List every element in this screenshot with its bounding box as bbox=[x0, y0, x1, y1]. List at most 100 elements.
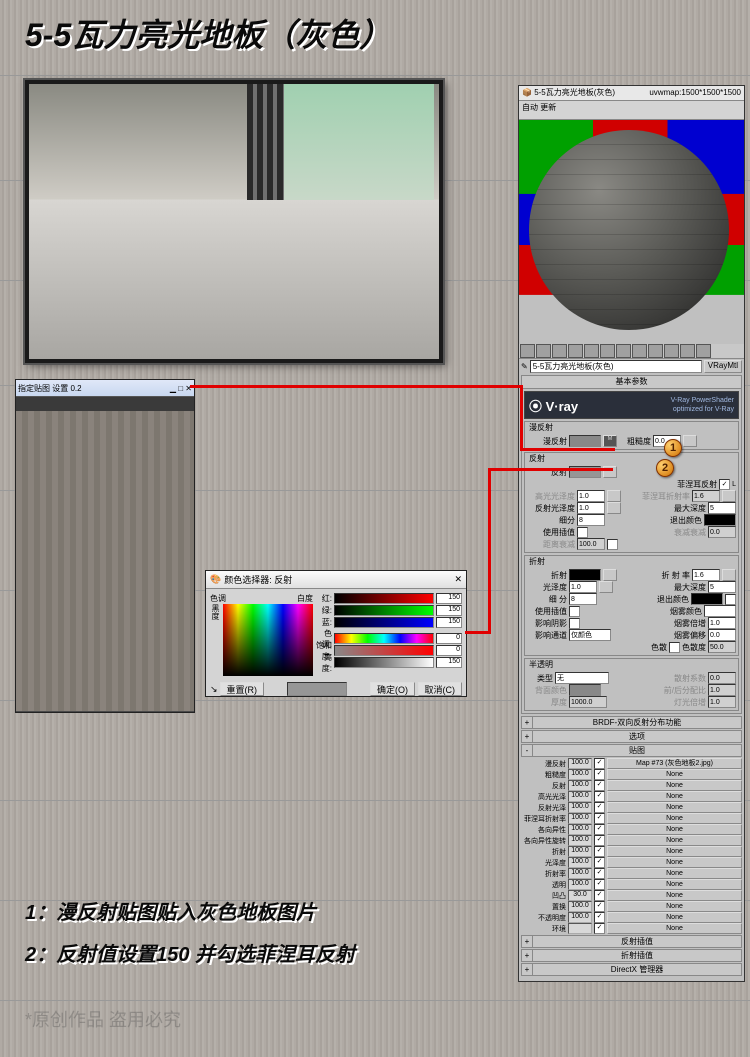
instruction-2: 2：反射值设置150 并勾选菲涅耳反射 bbox=[25, 938, 355, 967]
r-slider[interactable] bbox=[334, 593, 434, 604]
diffuse-map-button[interactable]: M bbox=[603, 435, 617, 447]
ok-button[interactable]: 确定(O) bbox=[370, 682, 415, 696]
bitmap-preview bbox=[16, 411, 194, 711]
map-slot-button[interactable]: None bbox=[607, 901, 742, 912]
tool-icon[interactable] bbox=[600, 344, 615, 358]
fresnel-checkbox[interactable]: ✓ bbox=[719, 479, 730, 490]
dim-dist-spinner[interactable]: 100.0 bbox=[577, 538, 605, 550]
hilight-map-button[interactable] bbox=[607, 490, 621, 502]
bitmap-titlebar[interactable]: 指定贴图 设置 0.2▁ □ ✕ bbox=[16, 380, 194, 396]
r-value[interactable]: 150 bbox=[436, 593, 462, 604]
b-slider[interactable] bbox=[334, 617, 434, 628]
map-slot-button[interactable]: None bbox=[607, 802, 742, 813]
color-picker-titlebar[interactable]: 🎨 颜色选择器: 反射 ✕ bbox=[206, 571, 466, 589]
picker-icon[interactable]: ✎ bbox=[521, 362, 528, 371]
map-slot-button[interactable]: None bbox=[607, 923, 742, 934]
callout-pin-2: 2 bbox=[656, 459, 674, 477]
refract-map-button[interactable] bbox=[603, 569, 617, 581]
refl-glossy-spinner[interactable]: 1.0 bbox=[577, 502, 605, 514]
tool-icon[interactable] bbox=[536, 344, 551, 358]
tool-icon[interactable] bbox=[648, 344, 663, 358]
tool-icon[interactable] bbox=[616, 344, 631, 358]
s-value[interactable]: 0 bbox=[436, 645, 462, 656]
subdiv-spinner[interactable]: 8 bbox=[577, 514, 605, 526]
bitmap-toolbar[interactable] bbox=[16, 396, 194, 411]
map-slot-button[interactable]: None bbox=[607, 835, 742, 846]
map-slot-button[interactable]: None bbox=[607, 879, 742, 890]
map-slot-button[interactable]: None bbox=[607, 868, 742, 879]
h-slider[interactable] bbox=[334, 633, 434, 644]
tool-icon[interactable] bbox=[680, 344, 695, 358]
tool-icon[interactable] bbox=[696, 344, 711, 358]
hue-picker[interactable] bbox=[223, 604, 313, 676]
tool-icon[interactable] bbox=[520, 344, 535, 358]
tool-icon[interactable] bbox=[664, 344, 679, 358]
map-slot-button[interactable]: None bbox=[607, 769, 742, 780]
options-rollout[interactable]: +选项 bbox=[521, 730, 742, 743]
refract-swatch[interactable] bbox=[569, 569, 601, 581]
reset-button[interactable]: 重置(R) bbox=[220, 682, 265, 696]
directx-rollout[interactable]: +DirectX 管理器 bbox=[521, 963, 742, 976]
refr-interp-rollout[interactable]: +折射插值 bbox=[521, 949, 742, 962]
material-editor-panel[interactable]: 📦 5-5瓦力亮光地板(灰色) uvwmap:1500*1500*1500 自动… bbox=[518, 85, 745, 982]
dim-falloff-spinner[interactable]: 0.0 bbox=[708, 526, 736, 538]
basic-params-title: 基本参数 bbox=[522, 376, 741, 389]
use-interp-checkbox[interactable] bbox=[577, 527, 588, 538]
v-slider[interactable] bbox=[334, 657, 434, 668]
map-row: 环境✓None bbox=[521, 923, 742, 934]
brdf-rollout[interactable]: +BRDF-双向反射分布功能 bbox=[521, 716, 742, 729]
h-value[interactable]: 0 bbox=[436, 633, 462, 644]
map-slot-button[interactable]: None bbox=[607, 857, 742, 868]
tool-icon[interactable] bbox=[568, 344, 583, 358]
roughness-map-button[interactable] bbox=[683, 435, 697, 447]
map-row: 光泽度100.0✓None bbox=[521, 857, 742, 868]
watermark-text: *原创作品 盗用必究 bbox=[25, 1006, 181, 1032]
map-slot-button[interactable]: None bbox=[607, 780, 742, 791]
white-label: 白度 bbox=[297, 593, 313, 604]
map-row: 置换100.0✓None bbox=[521, 901, 742, 912]
material-type-button[interactable]: VRayMtl bbox=[704, 360, 742, 373]
page-title: 5-5瓦力亮光地板（灰色） bbox=[25, 10, 391, 56]
vray-logo: ⦿ V·ray V-Ray PowerShaderoptimized for V… bbox=[524, 391, 739, 419]
close-icon[interactable]: ✕ bbox=[454, 574, 462, 585]
map-slot-button[interactable]: None bbox=[607, 813, 742, 824]
cancel-button[interactable]: 取消(C) bbox=[418, 682, 463, 696]
maps-table: 漫反射100.0✓Map #73 (灰色地板2.jpg)粗糙度100.0✓Non… bbox=[521, 758, 742, 934]
map-slot-button[interactable]: Map #73 (灰色地板2.jpg) bbox=[607, 758, 742, 769]
map-slot-button[interactable]: None bbox=[607, 791, 742, 802]
tool-icon[interactable] bbox=[632, 344, 647, 358]
bitmap-window[interactable]: 指定贴图 设置 0.2▁ □ ✕ bbox=[15, 379, 195, 713]
refl-interp-rollout[interactable]: +反射插值 bbox=[521, 935, 742, 948]
diffuse-swatch[interactable] bbox=[569, 435, 601, 447]
material-editor-titlebar[interactable]: 📦 5-5瓦力亮光地板(灰色) uvwmap:1500*1500*1500 bbox=[519, 86, 744, 101]
map-row: 各向异性旋转100.0✓None bbox=[521, 835, 742, 846]
exit-color-swatch[interactable] bbox=[704, 514, 736, 526]
fresnel-ior-spinner[interactable]: 1.6 bbox=[692, 490, 720, 502]
maps-rollout[interactable]: -贴图 bbox=[521, 744, 742, 757]
material-toolbar-row[interactable] bbox=[519, 344, 744, 359]
refr-glossy-spinner[interactable]: 1.0 bbox=[569, 581, 597, 593]
material-editor-menu[interactable]: 自动 更新 bbox=[519, 101, 744, 120]
material-name-field[interactable]: 5-5瓦力亮光地板(灰色) bbox=[530, 360, 702, 373]
instruction-1: 1：漫反射贴图贴入灰色地板图片 bbox=[25, 896, 316, 925]
fresnel-ior-map-button[interactable] bbox=[722, 490, 736, 502]
v-value[interactable]: 150 bbox=[436, 657, 462, 668]
s-slider[interactable] bbox=[334, 645, 434, 656]
map-slot-button[interactable]: None bbox=[607, 912, 742, 923]
map-slot-button[interactable]: None bbox=[607, 846, 742, 857]
refl-glossy-map-button[interactable] bbox=[607, 502, 621, 514]
ior-spinner[interactable]: 1.6 bbox=[692, 569, 720, 581]
dim-dist-checkbox[interactable] bbox=[607, 539, 618, 550]
tool-icon[interactable] bbox=[552, 344, 567, 358]
tool-icon[interactable] bbox=[584, 344, 599, 358]
hilight-spinner[interactable]: 1.0 bbox=[577, 490, 605, 502]
b-value[interactable]: 150 bbox=[436, 617, 462, 628]
color-picker-window[interactable]: 🎨 颜色选择器: 反射 ✕ 色调 白度 黑度 红:150 绿:150 蓝:150… bbox=[205, 570, 467, 697]
map-slot-button[interactable]: None bbox=[607, 890, 742, 901]
g-value[interactable]: 150 bbox=[436, 605, 462, 616]
g-slider[interactable] bbox=[334, 605, 434, 616]
max-depth-spinner[interactable]: 5 bbox=[708, 502, 736, 514]
material-preview-sphere[interactable] bbox=[519, 120, 744, 344]
color-picker-title: 颜色选择器: 反射 bbox=[224, 573, 292, 586]
map-slot-button[interactable]: None bbox=[607, 824, 742, 835]
